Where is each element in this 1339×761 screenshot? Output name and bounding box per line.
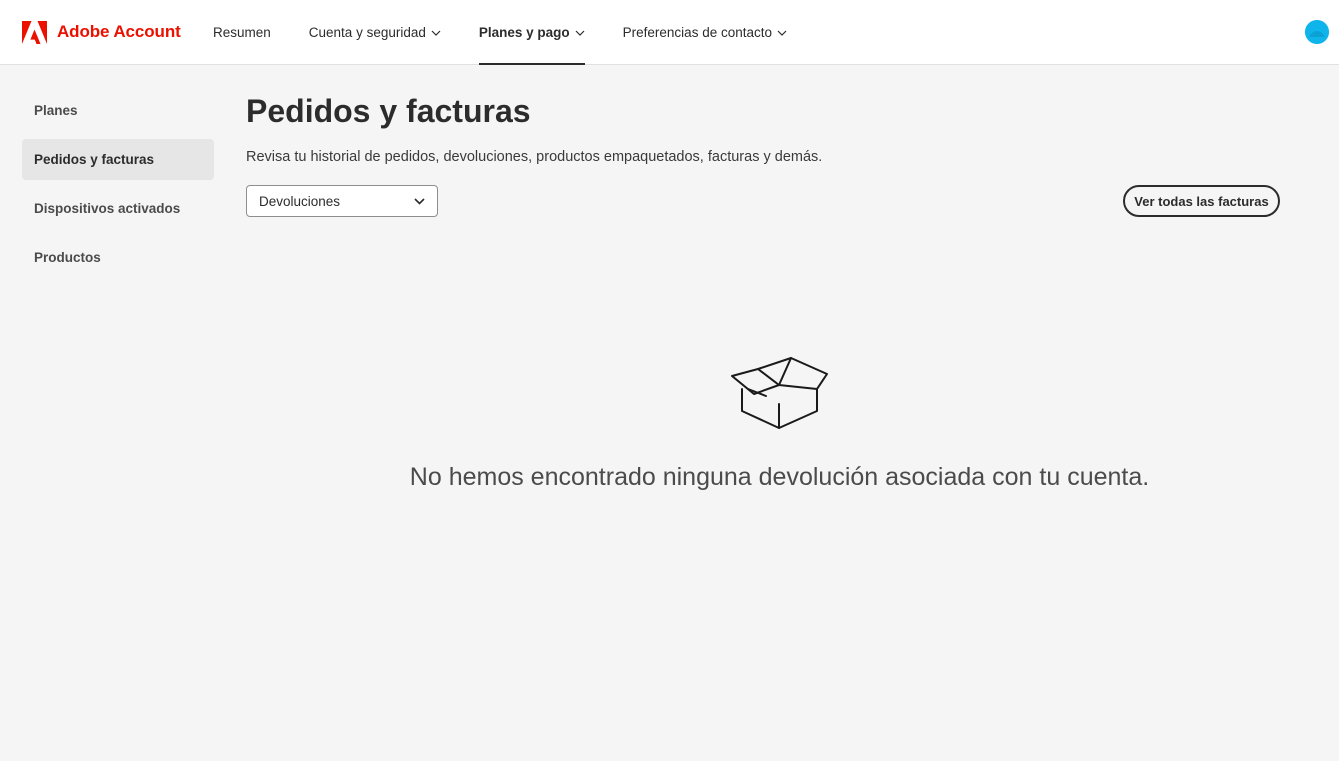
- nav-item-preferencias-de-contacto[interactable]: Preferencias de contacto: [604, 0, 806, 65]
- adobe-account-home-link[interactable]: Adobe Account: [22, 20, 181, 44]
- order-type-select[interactable]: Devoluciones: [246, 185, 438, 217]
- nav-item-label: Resumen: [213, 25, 271, 40]
- nav-item-planes-y-pago[interactable]: Planes y pago: [460, 0, 604, 65]
- brand-name: Adobe Account: [57, 22, 181, 41]
- user-profile-icon: [1305, 20, 1329, 44]
- order-type-select-value: Devoluciones: [259, 193, 341, 209]
- sidebar-item-planes[interactable]: Planes: [22, 90, 214, 131]
- nav-item-label: Preferencias de contacto: [622, 25, 772, 40]
- nav-item-label: Planes y pago: [478, 25, 570, 40]
- main-nav: Resumen Cuenta y seguridad Planes y pago…: [194, 0, 806, 65]
- sidebar: Planes Pedidos y facturas Dispositivos a…: [22, 90, 214, 286]
- sidebar-item-label: Pedidos y facturas: [34, 152, 155, 167]
- sidebar-item-label: Productos: [34, 250, 101, 265]
- sidebar-item-pedidos-y-facturas[interactable]: Pedidos y facturas: [22, 139, 214, 180]
- view-all-invoices-button[interactable]: Ver todas las facturas: [1123, 185, 1280, 217]
- chevron-down-icon: [575, 30, 585, 36]
- chevron-down-icon: [431, 30, 441, 36]
- chevron-down-icon: [777, 30, 787, 36]
- nav-item-label: Cuenta y seguridad: [308, 25, 426, 40]
- adobe-logo-icon: [22, 20, 47, 44]
- sidebar-item-label: Dispositivos activados: [34, 201, 181, 216]
- sidebar-item-label: Planes: [34, 103, 78, 118]
- sidebar-item-productos[interactable]: Productos: [22, 237, 214, 278]
- page-title: Pedidos y facturas: [246, 93, 531, 129]
- empty-state-message: No hemos encontrado ninguna devolución a…: [409, 463, 1150, 491]
- chevron-down-icon: [414, 197, 425, 205]
- sidebar-item-dispositivos-activados[interactable]: Dispositivos activados: [22, 188, 214, 229]
- page-subtitle: Revisa tu historial de pedidos, devoluci…: [246, 149, 823, 165]
- nav-item-cuenta-y-seguridad[interactable]: Cuenta y seguridad: [290, 0, 460, 65]
- nav-item-resumen[interactable]: Resumen: [194, 0, 290, 65]
- top-navigation-bar: Adobe Account Resumen Cuenta y seguridad…: [0, 0, 1339, 65]
- user-avatar[interactable]: [1305, 20, 1329, 44]
- open-box-icon: [731, 357, 828, 429]
